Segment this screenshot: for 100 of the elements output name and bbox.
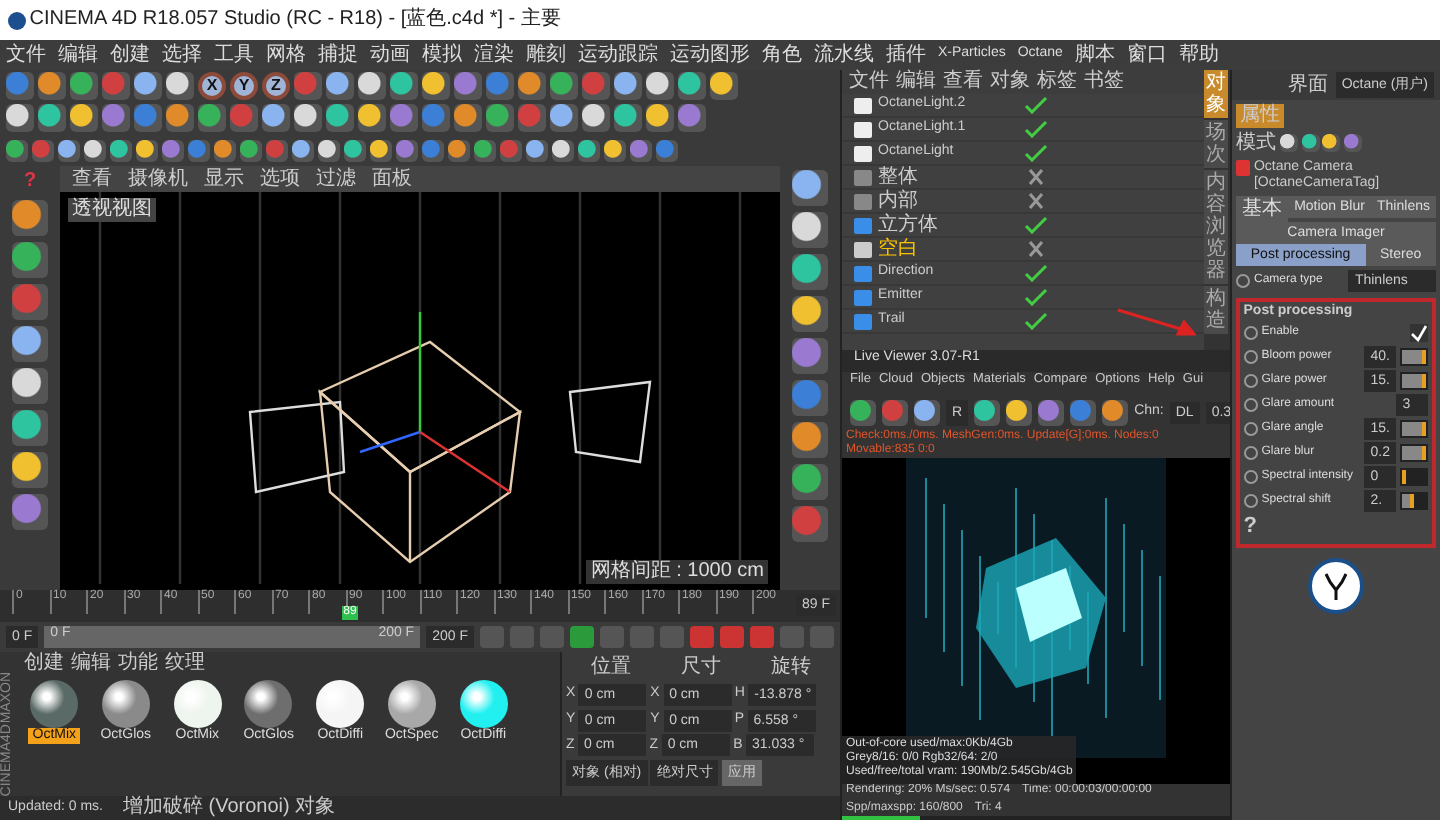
menu-item[interactable]: 捕捉	[318, 43, 358, 67]
menu-item[interactable]: 查看	[943, 70, 983, 94]
object-name[interactable]: 空白	[878, 237, 1018, 261]
material-swatch[interactable]	[316, 679, 365, 728]
animation-dot-icon[interactable]	[1243, 494, 1258, 509]
toolbar-icon[interactable]	[70, 72, 98, 100]
toolbar-icon[interactable]	[614, 72, 642, 100]
side-tab[interactable]: 内容浏览器	[1204, 170, 1228, 284]
toolbar-icon[interactable]	[12, 200, 48, 236]
toolbar-icon[interactable]	[12, 242, 48, 278]
toolbar-icon[interactable]	[110, 139, 132, 161]
toolbar-icon[interactable]	[12, 368, 48, 404]
toolbar-icon[interactable]	[914, 399, 940, 425]
animation-dot-icon[interactable]	[1243, 422, 1258, 437]
toolbar-icon[interactable]	[318, 139, 340, 161]
toolbar-icon[interactable]	[390, 72, 418, 100]
toolbar-icon[interactable]	[646, 72, 674, 100]
menu-item[interactable]: 动画	[370, 43, 410, 67]
toolbar-icon[interactable]	[974, 399, 1001, 425]
toolbar-icon[interactable]	[792, 212, 828, 248]
toolbar-icon[interactable]	[214, 139, 236, 161]
toolbar-icon[interactable]	[792, 254, 828, 290]
toolbar-icon[interactable]	[12, 410, 48, 446]
check-icon[interactable]	[1024, 216, 1048, 234]
cross-icon[interactable]	[1024, 192, 1048, 210]
menu-item[interactable]: 对象	[990, 70, 1030, 94]
menu-item[interactable]: 面板	[372, 167, 412, 191]
toolbar-icon[interactable]	[578, 139, 600, 161]
toolbar-icon[interactable]	[454, 104, 482, 132]
toolbar-icon[interactable]	[710, 72, 738, 100]
menu-item[interactable]: 查看	[72, 167, 112, 191]
toolbar-icon[interactable]	[358, 72, 386, 100]
toolbar-icon[interactable]	[136, 139, 158, 161]
check-icon[interactable]	[1024, 144, 1048, 162]
toolbar-icon[interactable]	[12, 326, 48, 362]
toolbar-icon[interactable]	[792, 422, 828, 458]
menu-item[interactable]: 工具	[214, 43, 254, 67]
toolbar-icon[interactable]	[850, 399, 876, 425]
menu-item[interactable]: 帮助	[1178, 43, 1219, 67]
menu-item[interactable]: 编辑	[896, 70, 936, 94]
menu-item[interactable]: 摄像机	[128, 167, 188, 191]
toolbar-icon[interactable]	[134, 72, 162, 100]
animation-dot-icon[interactable]	[1243, 326, 1258, 341]
toolbar-icon[interactable]	[448, 139, 470, 161]
material-swatch[interactable]	[173, 679, 222, 728]
toolbar-icon[interactable]	[38, 104, 66, 132]
toolbar-icon[interactable]	[12, 452, 48, 488]
toolbar-icon[interactable]	[474, 139, 496, 161]
menu-item[interactable]: 运动跟踪	[578, 43, 658, 67]
axis-button[interactable]: X	[198, 72, 226, 100]
menu-item[interactable]: 运动图形	[670, 43, 750, 67]
toolbar-icon[interactable]	[390, 104, 418, 132]
toolbar-icon[interactable]	[240, 139, 262, 161]
cross-icon[interactable]	[1024, 240, 1048, 258]
toolbar-icon[interactable]	[678, 72, 706, 100]
material-swatch[interactable]	[30, 679, 79, 728]
toolbar-icon[interactable]	[614, 104, 642, 132]
menu-item[interactable]: 窗口	[1126, 43, 1167, 67]
toolbar-icon[interactable]	[550, 104, 578, 132]
toolbar-icon[interactable]	[646, 104, 674, 132]
menu-item[interactable]: 创建	[110, 43, 150, 67]
material-swatch[interactable]	[101, 679, 150, 728]
toolbar-icon[interactable]	[58, 139, 80, 161]
menu-item[interactable]: 编辑	[70, 652, 111, 676]
toolbar-icon[interactable]	[526, 139, 548, 161]
toolbar-icon[interactable]	[166, 104, 194, 132]
viewport[interactable]: 透视视图 网格间距 : 1000 cm	[60, 192, 780, 590]
toolbar-icon[interactable]	[70, 104, 98, 132]
menu-item[interactable]: 功能	[117, 652, 158, 676]
menu-item[interactable]: 选项	[260, 167, 300, 191]
toolbar-icon[interactable]	[550, 72, 578, 100]
toolbar-icon[interactable]	[326, 72, 354, 100]
toolbar-icon[interactable]	[630, 139, 652, 161]
material-swatch[interactable]	[459, 679, 508, 728]
toolbar-icon[interactable]	[792, 296, 828, 332]
check-icon[interactable]	[1024, 120, 1048, 138]
checkbox[interactable]	[1410, 324, 1429, 343]
axis-button[interactable]: Y	[230, 72, 258, 100]
toolbar-icon[interactable]	[292, 139, 314, 161]
toolbar-icon[interactable]	[6, 104, 34, 132]
toolbar-icon[interactable]	[198, 104, 226, 132]
menu-item[interactable]: 网格	[266, 43, 306, 67]
toolbar-icon[interactable]	[582, 104, 610, 132]
toolbar-icon[interactable]	[792, 170, 828, 206]
check-icon[interactable]	[1024, 288, 1048, 306]
mode-menu[interactable]: 模式	[1236, 131, 1276, 156]
toolbar-icon[interactable]	[294, 104, 322, 132]
toolbar-icon[interactable]	[396, 139, 418, 161]
side-tab[interactable]: 场次	[1204, 120, 1228, 168]
menu-item[interactable]: 雕刻	[526, 43, 566, 67]
toolbar-icon[interactable]	[552, 139, 574, 161]
menu-item[interactable]: 角色	[762, 43, 802, 67]
material-swatch[interactable]	[387, 679, 436, 728]
toolbar-icon[interactable]	[358, 104, 386, 132]
material-swatch[interactable]	[244, 679, 293, 728]
menu-item[interactable]: 脚本	[1074, 43, 1115, 67]
animation-dot-icon[interactable]	[1243, 446, 1258, 461]
toolbar-icon[interactable]	[326, 104, 354, 132]
menu-item[interactable]: 文件	[849, 70, 889, 94]
toolbar-icon[interactable]	[6, 139, 28, 161]
